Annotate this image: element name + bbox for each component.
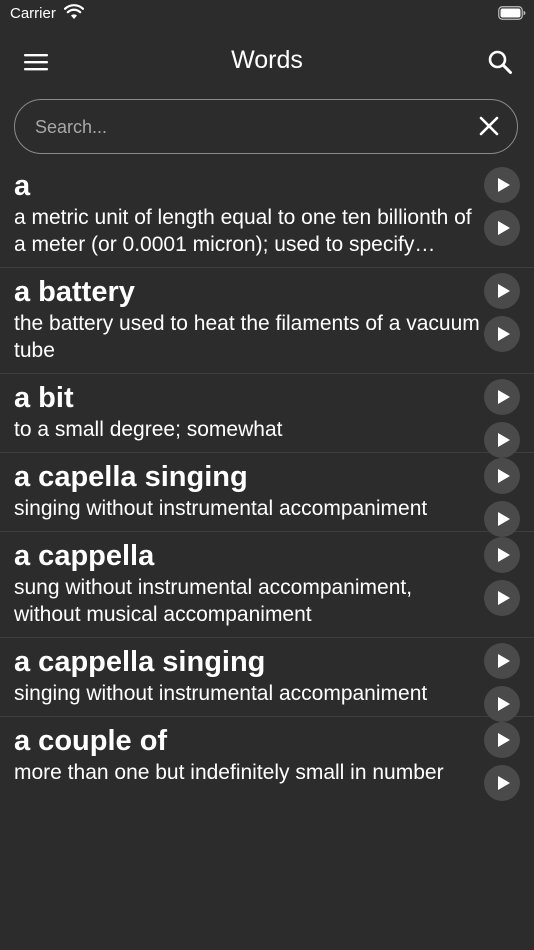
word-list: a a metric unit of length equal to one t… [0,162,534,801]
search-field [14,99,518,155]
word-definition: singing without instrumental accompanime… [14,682,428,705]
list-item[interactable]: a a metric unit of length equal to one t… [0,162,534,268]
word-definition: more than one but indefinitely small in … [14,761,444,784]
play-icon [497,284,510,298]
list-item[interactable]: a cappella sung without instrumental acc… [0,532,534,638]
word-title: a battery [14,276,135,308]
play-icon [497,548,510,562]
page-title: Words [231,46,303,74]
list-item[interactable]: a bit to a small degree; somewhat [0,374,534,458]
word-title: a capella singing [14,461,248,493]
play-icon [497,776,510,790]
word-title: a cappella singing [14,646,266,678]
play-icon [497,178,510,192]
wifi-icon [64,4,84,19]
navigation-bar: Words [0,36,534,90]
search-icon [488,50,512,74]
play-icon [497,591,510,605]
search-button[interactable] [482,44,518,80]
list-item[interactable]: a capella singing singing without instru… [0,453,534,537]
list-item[interactable]: a couple of more than one but indefinite… [0,717,534,801]
word-title: a bit [14,382,74,414]
play-word-button[interactable] [484,379,520,415]
word-definition: sung without instrumental accompaniment,… [14,576,413,626]
app-screen: Carrier Words Search... a a metric unit … [0,0,534,950]
word-title: a cappella [14,540,155,572]
play-word-button[interactable] [484,458,520,494]
word-title: a couple of [14,725,168,757]
word-definition: singing without instrumental accompanime… [14,497,428,520]
word-definition: a metric unit of length equal to one ten… [14,206,472,256]
word-title: a [14,170,31,202]
carrier-label: Carrier [10,5,56,22]
status-bar: Carrier [0,0,534,30]
play-word-button[interactable] [484,273,520,309]
play-word-button[interactable] [484,537,520,573]
play-icon [497,654,510,668]
list-item[interactable]: a battery the battery used to heat the f… [0,268,534,374]
play-icon [497,512,510,526]
play-definition-button[interactable] [484,580,520,616]
play-icon [497,433,510,447]
battery-icon [498,6,526,20]
play-icon [497,469,510,483]
play-icon [497,327,510,341]
play-word-button[interactable] [484,643,520,679]
play-definition-button[interactable] [484,210,520,246]
list-item[interactable]: a cappella singing singing without instr… [0,638,534,722]
word-definition: the battery used to heat the filaments o… [14,312,480,362]
play-word-button[interactable] [484,167,520,203]
play-definition-button[interactable] [484,316,520,352]
word-definition: to a small degree; somewhat [14,418,283,441]
play-icon [497,390,510,404]
play-icon [497,697,510,711]
play-definition-button[interactable] [484,765,520,801]
close-icon[interactable] [477,114,501,138]
play-word-button[interactable] [484,722,520,758]
search-input[interactable] [33,100,457,155]
play-icon [497,733,510,747]
play-icon [497,221,510,235]
